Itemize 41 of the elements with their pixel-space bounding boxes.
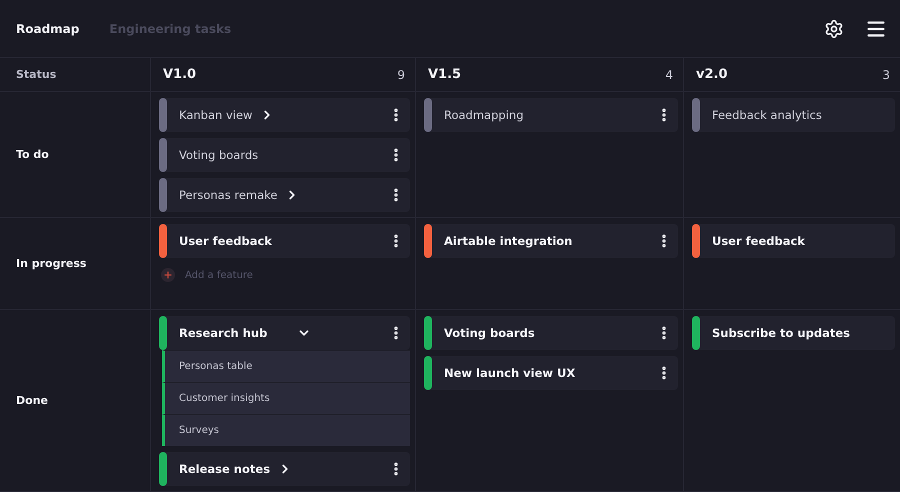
sub-item[interactable]: Surveys bbox=[162, 414, 410, 446]
column-count: 3 bbox=[882, 68, 890, 82]
sub-item[interactable]: Personas table bbox=[162, 350, 410, 382]
feature-card[interactable]: User feedback bbox=[692, 224, 895, 258]
feature-card[interactable]: Subscribe to updates bbox=[692, 316, 895, 350]
feature-card[interactable]: Feedback analytics bbox=[692, 98, 895, 132]
feature-card[interactable]: Airtable integration bbox=[424, 224, 678, 258]
card-title: User feedback bbox=[712, 234, 805, 248]
card-title: Personas remake bbox=[179, 188, 278, 202]
card-title: Research hub bbox=[179, 326, 268, 340]
card-title: Voting boards bbox=[444, 326, 535, 340]
feature-card[interactable]: Voting boards bbox=[424, 316, 678, 350]
feature-card[interactable]: Personas remake bbox=[159, 178, 410, 212]
column-count: 9 bbox=[397, 68, 405, 82]
card-title: Release notes bbox=[179, 462, 270, 476]
column-title: V1.0 bbox=[163, 67, 196, 82]
status-header: Status bbox=[16, 68, 56, 81]
feature-card[interactable]: Roadmapping bbox=[424, 98, 678, 132]
feature-card[interactable]: Kanban view bbox=[159, 98, 410, 132]
row-label: To do bbox=[16, 148, 49, 161]
feature-card[interactable]: New launch view UX bbox=[424, 356, 678, 390]
tab[interactable]: Roadmap bbox=[16, 22, 80, 36]
card-title: Kanban view bbox=[179, 108, 252, 122]
sub-item[interactable]: Customer insights bbox=[162, 382, 410, 414]
feature-card[interactable]: Release notes bbox=[159, 452, 410, 486]
column-title: V1.5 bbox=[428, 67, 462, 82]
row-label: In progress bbox=[16, 257, 86, 270]
card-title: Airtable integration bbox=[444, 234, 572, 248]
feature-card[interactable]: User feedback bbox=[159, 224, 410, 258]
plus-icon bbox=[161, 268, 175, 282]
card-title: User feedback bbox=[179, 234, 272, 248]
feature-card[interactable]: Research hub bbox=[159, 316, 410, 350]
column-title: v2.0 bbox=[696, 67, 728, 82]
row-label: Done bbox=[16, 394, 48, 407]
card-title: New launch view UX bbox=[444, 366, 576, 380]
card-title: Voting boards bbox=[179, 148, 258, 162]
card-title: Feedback analytics bbox=[712, 108, 822, 122]
column-count: 4 bbox=[665, 68, 673, 82]
feature-card[interactable]: Voting boards bbox=[159, 138, 410, 172]
card-title: Subscribe to updates bbox=[712, 326, 850, 340]
card-title: Roadmapping bbox=[444, 108, 524, 122]
